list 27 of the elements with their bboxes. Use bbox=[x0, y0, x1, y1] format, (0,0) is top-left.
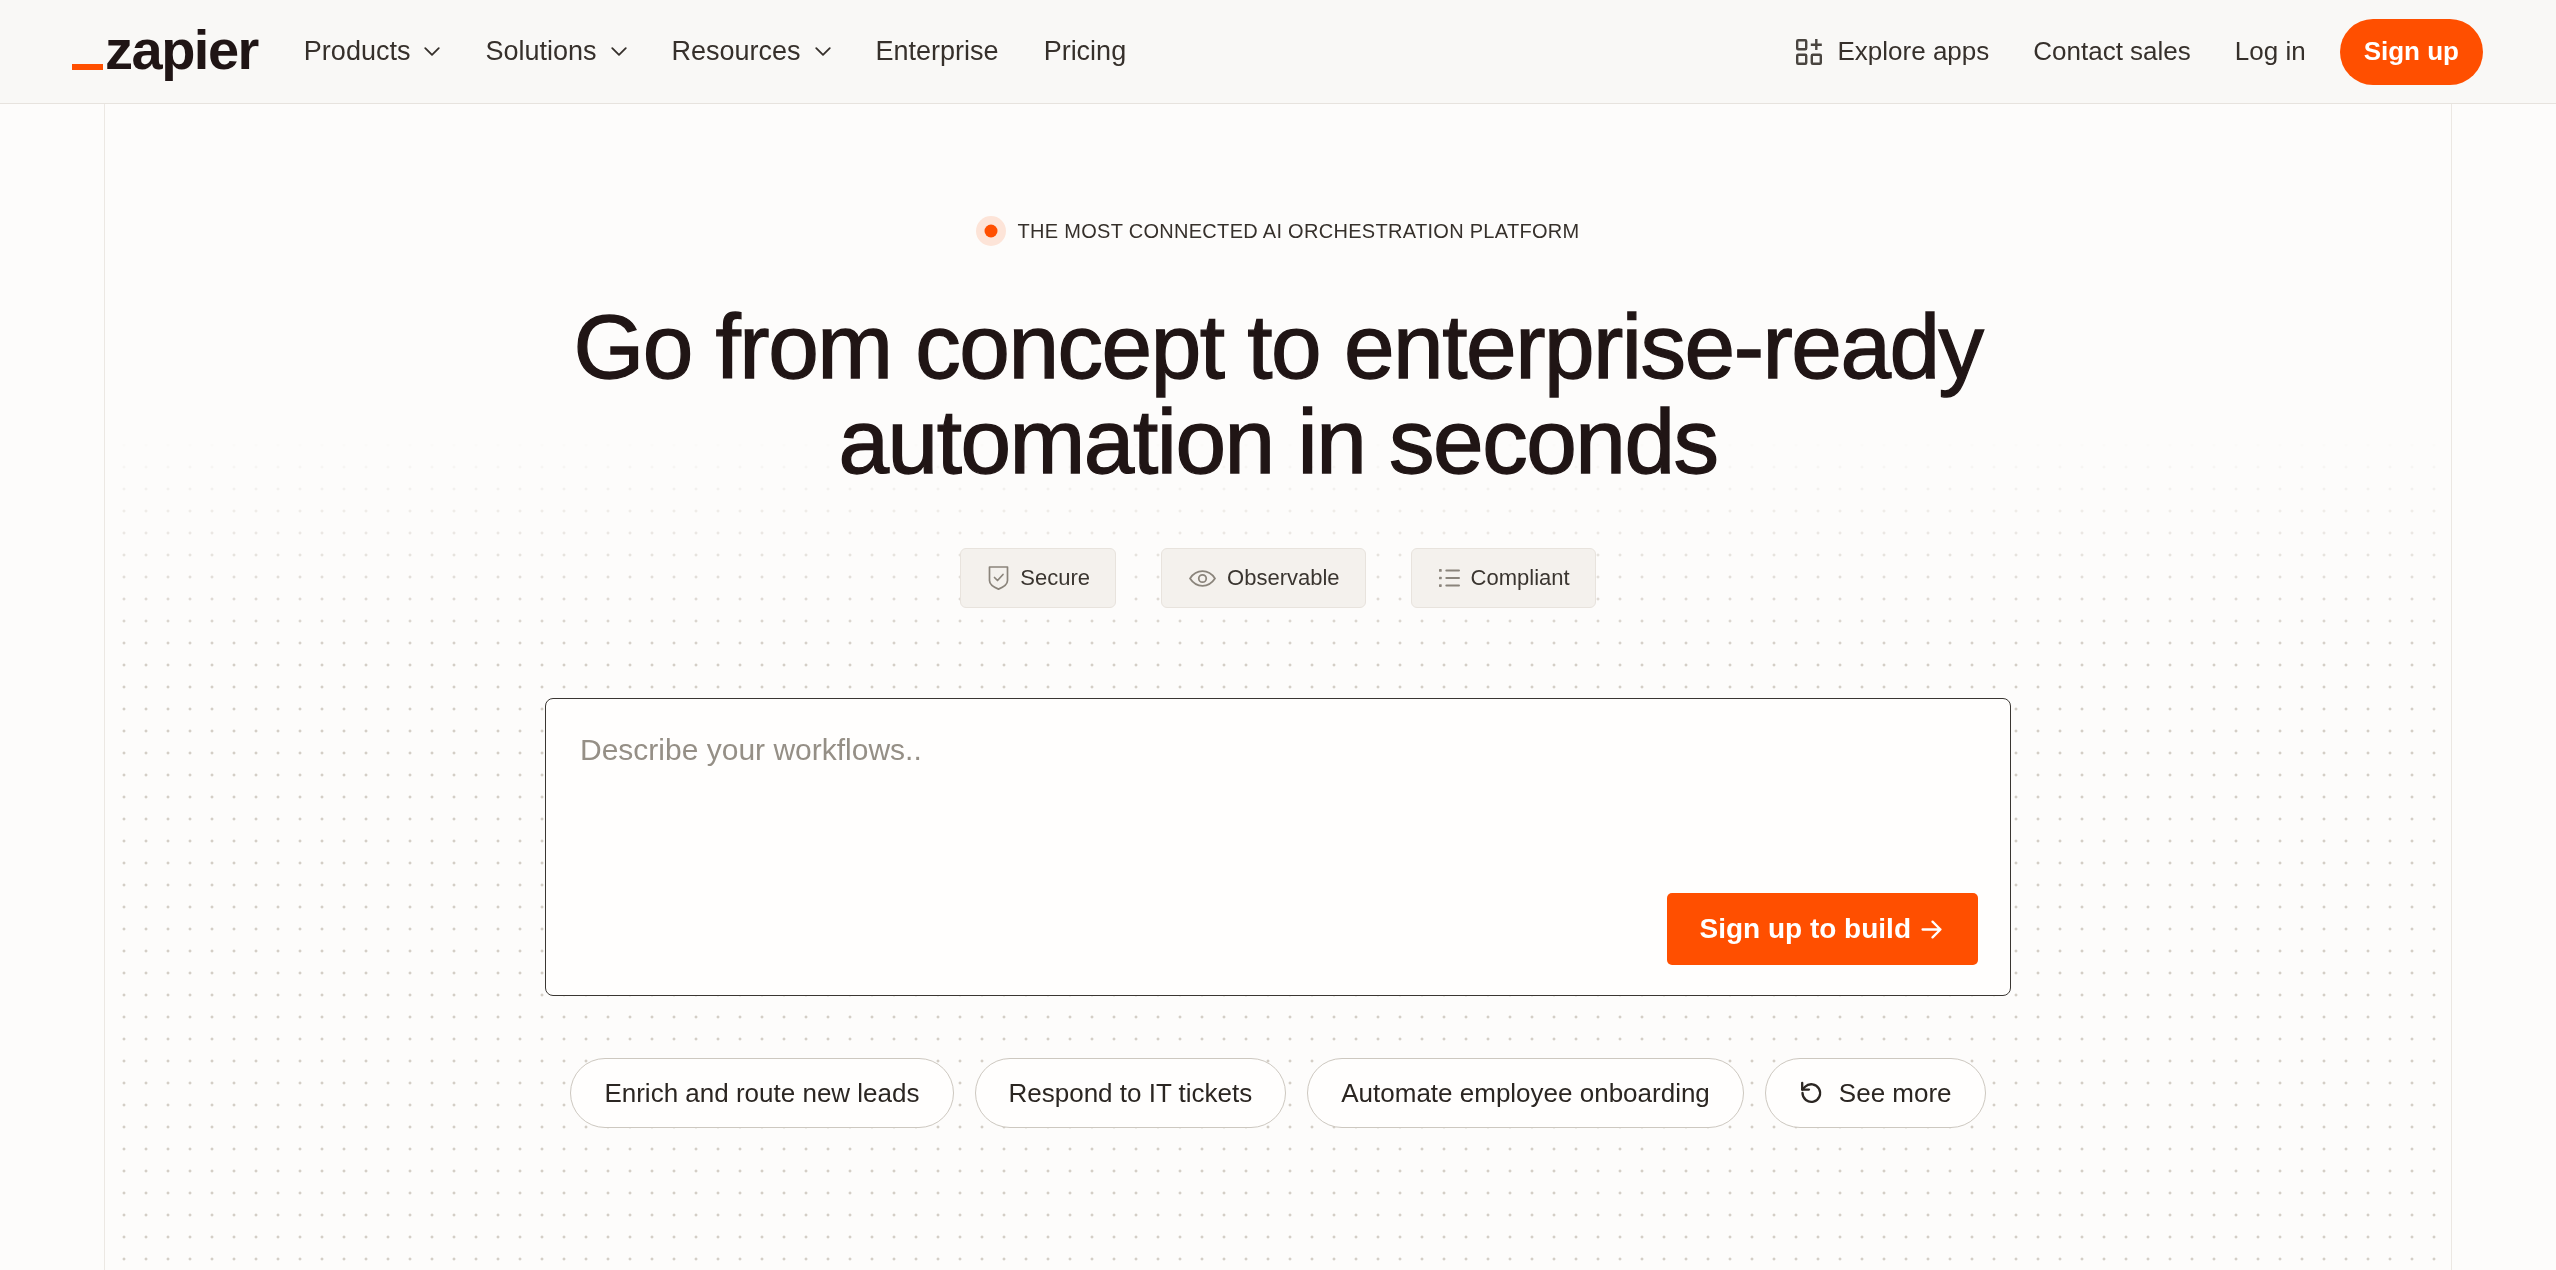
apps-grid-icon bbox=[1795, 38, 1822, 65]
nav-menu-button[interactable]: Products bbox=[303, 36, 441, 67]
feature-tag-label: Observable bbox=[1227, 565, 1340, 591]
nav-link[interactable]: Log in bbox=[2234, 36, 2306, 67]
suggestion-chip[interactable]: Automate employee onboarding bbox=[1307, 1058, 1744, 1128]
workflow-input-field[interactable]: Describe your workflows.. bbox=[580, 732, 1978, 893]
arrow-right-icon bbox=[1921, 919, 1942, 939]
nav-link[interactable]: Enterprise bbox=[875, 36, 999, 67]
nav-link[interactable]: Contact sales bbox=[2033, 36, 2191, 67]
nav-menu-button[interactable]: Resources bbox=[671, 36, 831, 67]
logo[interactable]: zapier bbox=[72, 21, 258, 82]
explore-apps-link[interactable]: Explore apps bbox=[1795, 36, 1990, 67]
suggestion-chip[interactable]: Enrich and route new leads bbox=[570, 1058, 954, 1128]
refresh-icon bbox=[1798, 1081, 1823, 1105]
feature-tag-label: Secure bbox=[1020, 565, 1091, 591]
status-dot-icon bbox=[976, 216, 1007, 246]
suggestion-chip[interactable]: Respond to IT tickets bbox=[974, 1058, 1287, 1128]
see-more-button[interactable]: See more bbox=[1764, 1058, 1986, 1128]
eye-icon bbox=[1189, 569, 1217, 587]
nav-link[interactable]: Pricing bbox=[1043, 36, 1127, 67]
eyebrow-text: THE MOST CONNECTED AI ORCHESTRATION PLATFORM bbox=[1017, 219, 1580, 243]
list-icon bbox=[1438, 566, 1460, 590]
feature-tag-label: Compliant bbox=[1470, 565, 1570, 591]
headline: Go from concept to enterprise-ready automation in seconds bbox=[573, 299, 1983, 489]
shield-check-icon bbox=[988, 566, 1010, 590]
logo-bar-icon bbox=[72, 63, 103, 70]
nav-menu-button[interactable]: Solutions bbox=[485, 36, 627, 67]
